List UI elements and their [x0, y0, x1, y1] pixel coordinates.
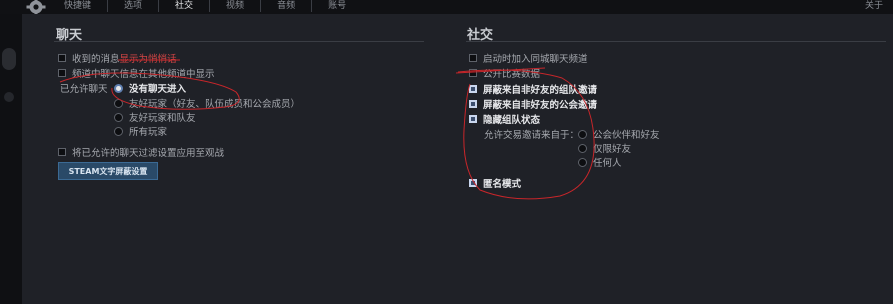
radio-button[interactable]	[578, 143, 587, 153]
option-block-guild-invites[interactable]: 屏蔽来自非好友的公会邀请	[469, 97, 597, 111]
option-label: 收到的消息	[72, 54, 120, 65]
tab-options[interactable]: 选项	[108, 0, 160, 12]
option-label: 公开比赛数据	[483, 69, 541, 80]
radio-label: 任何人	[593, 158, 622, 169]
radio-button[interactable]	[114, 83, 123, 93]
radio-button[interactable]	[114, 112, 123, 122]
left-sidebar-strip	[0, 14, 22, 304]
radio-label: 没有聊天进入	[129, 84, 187, 95]
radio-label: 友好玩家（好友、队伍成员和公会成员）	[129, 99, 301, 110]
option-label: 屏蔽来自非好友的公会邀请	[483, 100, 598, 111]
radio-button[interactable]	[578, 129, 587, 139]
option-label: 将已允许的聊天过滤设置应用至观战	[72, 148, 225, 159]
option-label: 频道中聊天信息在其他频道中显示	[72, 69, 215, 80]
checkbox[interactable]	[58, 148, 66, 156]
allowed-chat-label: 已允许聊天	[60, 84, 108, 95]
top-tab-bar: 快捷键 选项 社交 视频 音频 账号 关于	[0, 0, 893, 17]
tab-audio[interactable]: 音频	[261, 0, 313, 12]
sidebar-dot	[4, 92, 14, 102]
trade-invite-label: 允许交易邀请来自于：	[484, 130, 580, 141]
tab-video[interactable]: 视频	[210, 0, 262, 12]
tab-account[interactable]: 账号	[312, 0, 362, 12]
option-public-match-data[interactable]: 公开比赛数据	[469, 66, 540, 80]
radio-all-players[interactable]: 所有玩家	[114, 124, 167, 138]
radio-label: 仅限好友	[593, 144, 632, 155]
option-received-whisper[interactable]: 收到的消息 显示为悄悄话	[58, 51, 177, 65]
checkbox[interactable]	[469, 54, 477, 62]
tab-social[interactable]: 社交	[159, 0, 211, 12]
radio-friendly-players[interactable]: 友好玩家（好友、队伍成员和公会成员）	[114, 96, 300, 110]
option-channel-display[interactable]: 频道中聊天信息在其他频道中显示	[58, 66, 215, 80]
option-block-party-invites[interactable]: 屏蔽来自非好友的组队邀请	[469, 82, 597, 96]
option-label: 隐藏组队状态	[483, 115, 541, 126]
radio-trade-anyone[interactable]: 任何人	[578, 155, 622, 169]
tab-hotkeys[interactable]: 快捷键	[48, 0, 109, 12]
option-auto-join-local[interactable]: 启动时加入同城聊天频道	[469, 51, 588, 65]
checkbox[interactable]	[469, 69, 477, 77]
radio-friendly-and-team[interactable]: 友好玩家和队友	[114, 110, 196, 124]
radio-button[interactable]	[114, 98, 123, 108]
option-label: 匿名模式	[483, 179, 522, 190]
option-label: 启动时加入同城聊天频道	[483, 54, 588, 65]
steam-text-filter-button[interactable]: STEAM文字屏蔽设置	[58, 162, 158, 180]
radio-label: 友好玩家和队友	[129, 113, 196, 124]
sidebar-knob	[2, 48, 16, 70]
radio-label: 公会伙伴和好友	[593, 130, 660, 141]
radio-button[interactable]	[578, 157, 587, 167]
about-link[interactable]: 关于	[865, 0, 883, 12]
checkbox[interactable]	[58, 69, 66, 77]
checkbox[interactable]	[469, 85, 477, 93]
radio-no-chat[interactable]: 没有聊天进入	[114, 81, 186, 95]
checkbox[interactable]	[469, 115, 477, 123]
checkbox[interactable]	[469, 100, 477, 108]
social-divider	[466, 41, 886, 42]
option-label-highlight: 显示为悄悄话	[119, 54, 177, 65]
chat-divider	[54, 41, 424, 42]
radio-trade-friends-only[interactable]: 仅限好友	[578, 141, 631, 155]
checkbox[interactable]	[58, 54, 66, 62]
radio-button[interactable]	[114, 126, 123, 136]
option-anonymous-mode[interactable]: 匿名模式	[469, 176, 521, 190]
checkbox[interactable]	[469, 179, 477, 187]
option-hide-party-status[interactable]: 隐藏组队状态	[469, 112, 540, 126]
radio-label: 所有玩家	[129, 127, 168, 138]
radio-trade-guild-friends[interactable]: 公会伙伴和好友	[578, 127, 660, 141]
option-apply-filter-spectate[interactable]: 将已允许的聊天过滤设置应用至观战	[58, 145, 224, 159]
option-label: 屏蔽来自非好友的组队邀请	[483, 85, 598, 96]
